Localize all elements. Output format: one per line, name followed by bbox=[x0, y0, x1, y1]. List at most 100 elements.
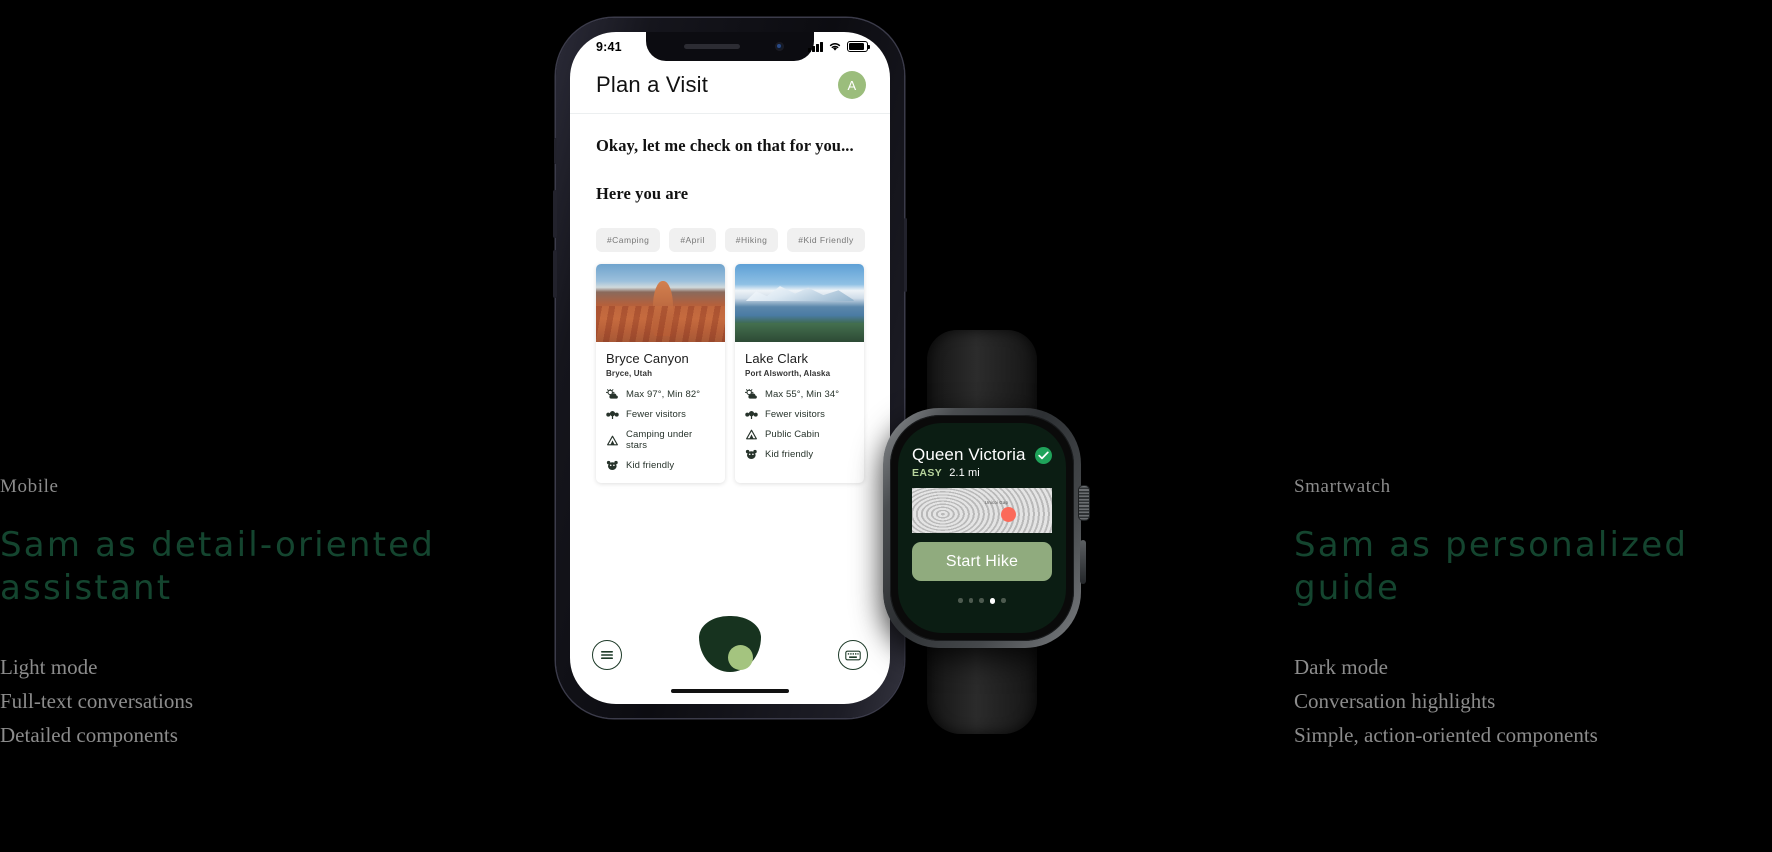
mobile-caption-block: Mobile Sam as detail-oriented assistant … bbox=[0, 476, 520, 752]
start-hike-button[interactable]: Start Hike bbox=[912, 542, 1052, 581]
park-card[interactable]: Lake Clark Port Alsworth, Alaska Max 55°… bbox=[735, 264, 864, 483]
weather-icon bbox=[745, 389, 757, 399]
phone-silent-switch[interactable] bbox=[553, 138, 557, 164]
park-feature-list: Max 55°, Min 34° Fewer visitors Public C… bbox=[745, 389, 854, 460]
digital-crown[interactable] bbox=[1079, 486, 1089, 520]
park-feature-label: Max 97°, Min 82° bbox=[626, 389, 701, 400]
phone-power-button[interactable] bbox=[903, 218, 907, 292]
hamburger-menu-icon bbox=[601, 651, 613, 659]
tag-chip-hiking[interactable]: #Hiking bbox=[724, 228, 779, 252]
tag-filter-row: #Camping #April #Hiking #Kid Friendly bbox=[596, 228, 865, 252]
visitors-icon bbox=[745, 411, 758, 419]
park-feature-kid-friendly: Kid friendly bbox=[745, 449, 854, 460]
page-dot[interactable] bbox=[968, 598, 974, 603]
tent-icon bbox=[746, 429, 757, 440]
page-dot[interactable] bbox=[1001, 598, 1006, 603]
park-feature-label: Camping under stars bbox=[626, 429, 693, 451]
watch-bezel: Queen Victoria EASY 2.1 mi Unicoi Gap St… bbox=[890, 415, 1074, 641]
check-circle-icon bbox=[1035, 446, 1052, 464]
park-feature-weather: Max 55°, Min 34° bbox=[745, 389, 854, 400]
assistant-message-2: Here you are bbox=[596, 184, 689, 203]
page-title: Plan a Visit bbox=[596, 72, 709, 97]
page-dot[interactable] bbox=[979, 598, 984, 603]
phone-mockup: 9:41 Plan a Visit A Okay, let me check o… bbox=[550, 12, 910, 724]
trail-difficulty: EASY bbox=[912, 467, 943, 479]
wifi-icon bbox=[829, 43, 841, 51]
mobile-caption-eyebrow: Mobile bbox=[0, 476, 59, 497]
trail-header: Queen Victoria bbox=[912, 445, 1052, 465]
mobile-caption-title: Sam as detail-oriented assistant bbox=[0, 525, 436, 608]
smartwatch-caption-title: Sam as personalized guide bbox=[1294, 525, 1689, 608]
park-feature-label: Public Cabin bbox=[765, 429, 820, 440]
presentation-stage: Mobile Sam as detail-oriented assistant … bbox=[0, 0, 1772, 852]
app-header: Plan a Visit A bbox=[570, 61, 890, 114]
phone-volume-down-button[interactable] bbox=[553, 250, 557, 298]
sam-assistant-logo[interactable] bbox=[699, 616, 761, 672]
smartwatch-mockup: Queen Victoria EASY 2.1 mi Unicoi Gap St… bbox=[874, 330, 1090, 734]
mobile-bullet-2: Full-text conversations bbox=[0, 689, 194, 713]
park-title: Bryce Canyon bbox=[606, 351, 689, 366]
map-location-pin-icon bbox=[1000, 506, 1016, 522]
status-bar-time: 9:41 bbox=[596, 39, 622, 54]
avatar[interactable]: A bbox=[838, 71, 866, 99]
cellular-bars-icon bbox=[808, 41, 823, 52]
weather-icon bbox=[606, 389, 618, 399]
park-photo-lake-clark bbox=[735, 264, 864, 342]
page-dot[interactable] bbox=[958, 598, 963, 603]
park-card[interactable]: Bryce Canyon Bryce, Utah Max 97°, Min 82… bbox=[596, 264, 725, 483]
park-feature-kid-friendly: Kid friendly bbox=[606, 460, 715, 471]
park-card-list: Bryce Canyon Bryce, Utah Max 97°, Min 82… bbox=[596, 264, 864, 483]
trail-name: Queen Victoria bbox=[912, 445, 1026, 464]
map-place-label: Unicoi Gap bbox=[984, 499, 1009, 505]
park-feature-label: Fewer visitors bbox=[626, 409, 686, 420]
watch-screen: Queen Victoria EASY 2.1 mi Unicoi Gap St… bbox=[898, 423, 1066, 633]
smartwatch-caption-bullets: Dark mode Conversation highlights Simple… bbox=[1294, 650, 1772, 752]
park-feature-label: Max 55°, Min 34° bbox=[765, 389, 840, 400]
keyboard-button[interactable] bbox=[838, 640, 868, 670]
park-feature-lodging: Camping under stars bbox=[606, 429, 715, 451]
status-bar: 9:41 bbox=[570, 32, 890, 61]
park-photo-bryce-canyon bbox=[596, 264, 725, 342]
trail-meta: EASY 2.1 mi bbox=[912, 467, 1052, 479]
smartwatch-bullet-3: Simple, action-oriented components bbox=[1294, 723, 1598, 747]
smartwatch-caption-block: Smartwatch Sam as personalized guide Dar… bbox=[1294, 476, 1772, 752]
watch-side-button[interactable] bbox=[1080, 540, 1086, 584]
page-indicator-dots bbox=[912, 598, 1052, 604]
trail-distance: 2.1 mi bbox=[949, 467, 980, 479]
bear-icon bbox=[745, 449, 757, 459]
smartwatch-bullet-1: Dark mode bbox=[1294, 655, 1388, 679]
battery-icon bbox=[847, 41, 871, 52]
park-feature-label: Kid friendly bbox=[626, 460, 675, 471]
tag-chip-april[interactable]: #April bbox=[669, 228, 716, 252]
phone-body: 9:41 Plan a Visit A Okay, let me check o… bbox=[553, 18, 907, 718]
smartwatch-bullet-2: Conversation highlights bbox=[1294, 689, 1496, 713]
park-feature-visitors: Fewer visitors bbox=[606, 409, 715, 420]
tent-icon bbox=[607, 435, 618, 445]
keyboard-icon bbox=[845, 650, 861, 660]
park-feature-visitors: Fewer visitors bbox=[745, 409, 854, 420]
mobile-caption-bullets: Light mode Full-text conversations Detai… bbox=[0, 650, 520, 752]
home-indicator[interactable] bbox=[671, 688, 789, 693]
watch-case: Queen Victoria EASY 2.1 mi Unicoi Gap St… bbox=[883, 408, 1089, 648]
park-feature-list: Max 97°, Min 82° Fewer visitors Camping … bbox=[606, 389, 715, 471]
park-feature-weather: Max 97°, Min 82° bbox=[606, 389, 715, 400]
park-location: Port Alsworth, Alaska bbox=[745, 369, 831, 378]
trail-map[interactable]: Unicoi Gap bbox=[912, 488, 1052, 533]
phone-volume-up-button[interactable] bbox=[553, 190, 557, 238]
menu-button[interactable] bbox=[592, 640, 622, 670]
visitors-icon bbox=[606, 411, 619, 419]
park-feature-lodging: Public Cabin bbox=[745, 429, 854, 440]
status-bar-indicators bbox=[808, 41, 871, 52]
smartwatch-caption-eyebrow: Smartwatch bbox=[1294, 476, 1391, 497]
tag-chip-kid-friendly[interactable]: #Kid Friendly bbox=[787, 228, 865, 252]
park-feature-label: Kid friendly bbox=[765, 449, 814, 460]
assistant-logo-inner bbox=[727, 645, 753, 671]
park-card-body: Lake Clark Port Alsworth, Alaska Max 55°… bbox=[735, 342, 864, 472]
tag-chip-camping[interactable]: #Camping bbox=[596, 228, 661, 252]
conversation-area: Okay, let me check on that for you... He… bbox=[570, 114, 890, 483]
bottom-action-bar bbox=[570, 616, 890, 672]
park-location: Bryce, Utah bbox=[606, 369, 653, 378]
assistant-message-1: Okay, let me check on that for you... bbox=[596, 136, 854, 155]
park-title: Lake Clark bbox=[745, 351, 809, 366]
page-dot-active[interactable] bbox=[989, 598, 996, 604]
